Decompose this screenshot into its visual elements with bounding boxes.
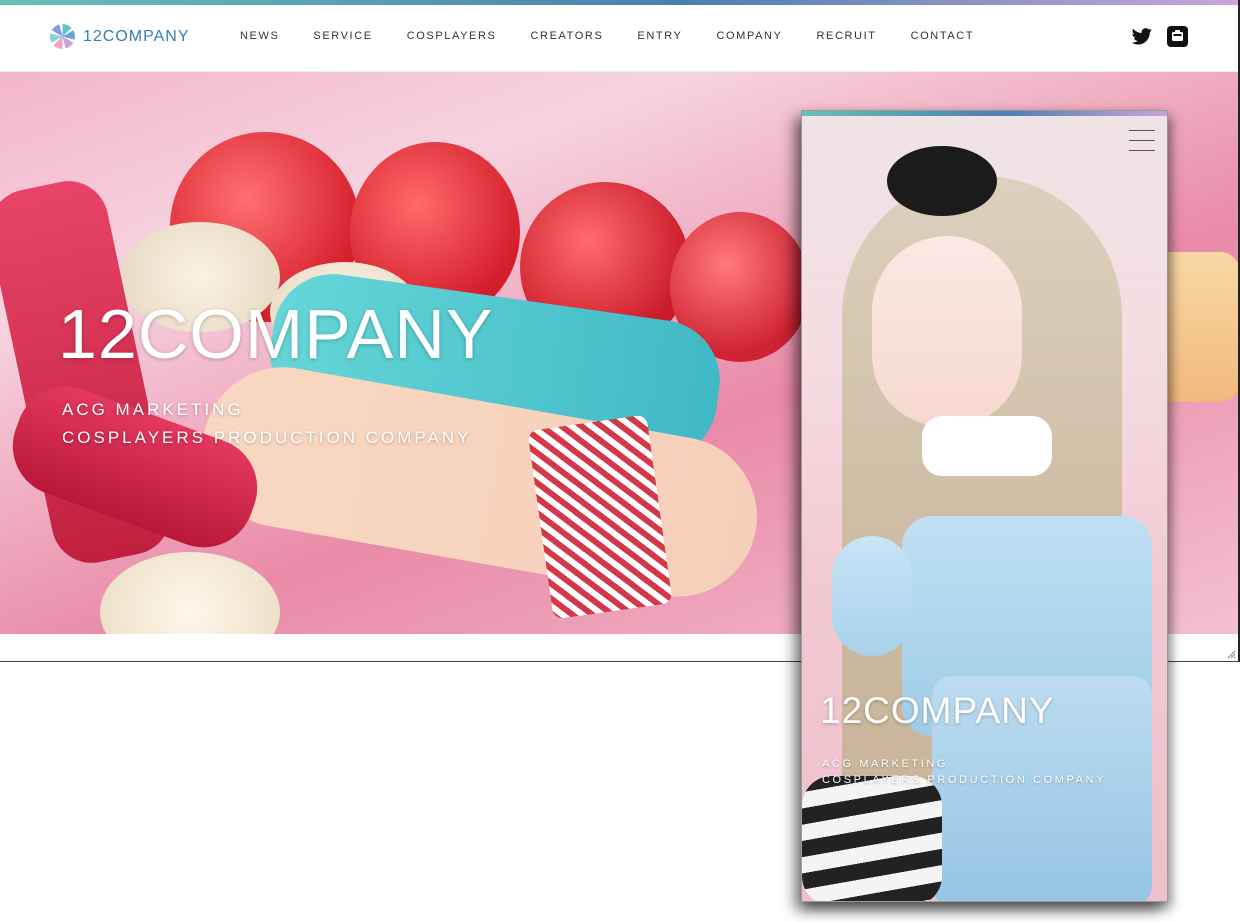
hero-decoration [100, 552, 280, 634]
nav-item-service[interactable]: SERVICE [313, 30, 372, 42]
mobile-preview-window: 12COMPANY ACG MARKETING COSPLAYERS PRODU… [801, 110, 1168, 902]
hero-subtitle-line: ACG MARKETING [62, 400, 244, 419]
nav-item-news[interactable]: NEWS [240, 30, 279, 42]
hero-title: 12COMPANY [58, 295, 494, 373]
nav-item-company[interactable]: COMPANY [716, 30, 782, 42]
site-logo[interactable]: 12COMPANY [50, 24, 190, 49]
nav-item-entry[interactable]: ENTRY [637, 30, 682, 42]
mobile-hero-title: 12COMPANY [820, 690, 1055, 731]
nav-item-contact[interactable]: CONTACT [911, 30, 975, 42]
logo-mark-icon [50, 24, 75, 49]
mobile-hero-decoration [887, 146, 997, 216]
resize-grip-icon[interactable] [1226, 649, 1236, 659]
mobile-hero-decoration [802, 776, 942, 901]
logo-text: 12COMPANY [83, 27, 190, 45]
mobile-hero-banner: 12COMPANY ACG MARKETING COSPLAYERS PRODU… [802, 116, 1167, 901]
mobile-hero-subtitle: ACG MARKETING COSPLAYERS PRODUCTION COMP… [822, 756, 1106, 788]
mobile-hero-decoration [872, 236, 1022, 426]
hero-subtitle: ACG MARKETING COSPLAYERS PRODUCTION COMP… [62, 396, 471, 452]
hamburger-menu-icon[interactable] [1129, 130, 1155, 152]
mobile-subtitle-line: COSPLAYERS PRODUCTION COMPANY [822, 774, 1107, 786]
mobile-hero-decoration [832, 536, 912, 656]
social-links [1117, 26, 1188, 52]
nav-item-recruit[interactable]: RECRUIT [817, 30, 877, 42]
nav-item-creators[interactable]: CREATORS [530, 30, 603, 42]
main-nav: NEWS SERVICE COSPLAYERS CREATORS ENTRY C… [240, 30, 1008, 42]
twitter-icon[interactable] [1131, 27, 1153, 51]
site-header: 12COMPANY NEWS SERVICE COSPLAYERS CREATO… [0, 5, 1238, 72]
hero-subtitle-line: COSPLAYERS PRODUCTION COMPANY [62, 428, 472, 447]
nav-item-cosplayers[interactable]: COSPLAYERS [407, 30, 497, 42]
mobile-hero-decoration [922, 416, 1052, 476]
instagram-icon[interactable] [1167, 26, 1188, 52]
mobile-subtitle-line: ACG MARKETING [822, 758, 949, 770]
